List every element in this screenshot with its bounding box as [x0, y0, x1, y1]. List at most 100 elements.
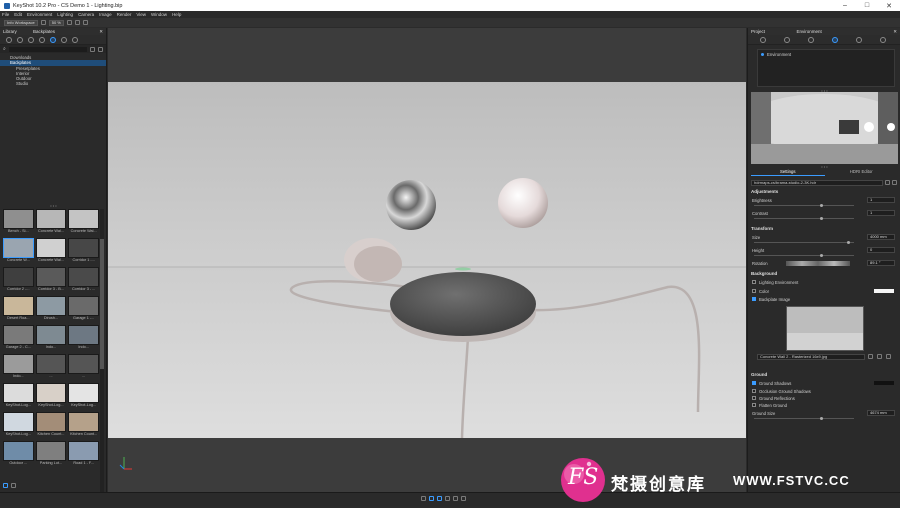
animation-icon[interactable] — [445, 496, 450, 501]
settings-icon[interactable] — [40, 20, 46, 25]
library-scrollbar[interactable] — [100, 209, 104, 499]
material-tab-icon[interactable] — [784, 36, 790, 43]
library-thumbnail[interactable]: KeyShot-Log... — [3, 383, 34, 410]
slider-knob[interactable] — [820, 417, 823, 420]
transform-section[interactable]: Transform — [751, 226, 897, 231]
radio-lighting-environment[interactable] — [752, 280, 756, 284]
cpu-icon[interactable] — [66, 20, 72, 25]
grid-view-icon[interactable] — [3, 483, 8, 488]
panel-close-icon[interactable]: ✕ — [893, 29, 897, 35]
library-thumbnail[interactable]: Concrete Wal... — [35, 209, 67, 236]
models-tab-icon[interactable] — [72, 36, 78, 43]
library-thumbnail[interactable]: Indo... — [3, 354, 34, 381]
render-image[interactable] — [108, 82, 746, 438]
library-thumbnail[interactable]: Desert Roa... — [3, 296, 34, 323]
environment-name[interactable]: Environment — [767, 52, 791, 57]
brightness-slider[interactable] — [754, 204, 854, 207]
occlusion-shadows-row[interactable]: Occlusion Ground Shadows — [752, 388, 896, 394]
favorites-tab-icon[interactable] — [61, 36, 67, 43]
menu-help[interactable]: Help — [172, 12, 181, 17]
library-thumbnail[interactable]: KeyShot-Log... — [68, 383, 99, 410]
library-thumbnail[interactable]: ... — [68, 354, 99, 381]
menu-camera[interactable]: Camera — [78, 12, 94, 17]
open-file-icon[interactable] — [868, 354, 873, 359]
flatten-ground-row[interactable]: Flatten Ground — [752, 402, 896, 408]
ground-size-field[interactable]: 4674 mm — [867, 410, 895, 416]
hdri-preview[interactable] — [751, 92, 898, 164]
splitter-handle[interactable]: • • • — [0, 203, 107, 208]
ground-size-slider[interactable] — [754, 417, 854, 420]
size-slider[interactable] — [754, 241, 854, 244]
search-input[interactable] — [8, 46, 87, 52]
slider-knob[interactable] — [847, 241, 850, 244]
checkbox-ground-reflections[interactable] — [752, 396, 756, 400]
search-icon[interactable]: ⌕ — [3, 46, 6, 52]
height-field[interactable]: 0 — [867, 247, 895, 253]
brightness-field[interactable]: 1 — [867, 197, 895, 203]
scene-tab-icon[interactable] — [760, 36, 766, 43]
workspace-select[interactable]: Info Workspace — [4, 19, 38, 26]
splitter-handle[interactable]: • • • — [751, 164, 898, 169]
add-folder-icon[interactable] — [90, 46, 95, 52]
library-thumbnail[interactable]: Indo... — [35, 325, 67, 352]
menu-image[interactable]: Image — [99, 12, 112, 17]
edit-image-icon[interactable] — [877, 354, 882, 359]
environments-tab-icon[interactable] — [39, 36, 45, 43]
menu-environment[interactable]: Environment — [27, 12, 52, 17]
library-thumbnail[interactable]: Kitchen Count... — [68, 412, 99, 439]
backplate-file-field[interactable]: Concrete Wall 2 - Rasterized 16x9.jpg — [757, 354, 865, 360]
materials-tab-icon[interactable] — [6, 36, 12, 43]
menu-file[interactable]: File — [2, 12, 9, 17]
zoom-select[interactable]: 50 % — [48, 19, 64, 26]
library-toggle-icon[interactable] — [429, 496, 434, 501]
render-icon[interactable] — [461, 496, 466, 501]
menu-render[interactable]: Render — [117, 12, 132, 17]
image-tab-icon[interactable] — [880, 36, 886, 43]
library-thumbnail[interactable]: Garage 1 -... — [68, 296, 99, 323]
tree-item[interactable]: Studio — [0, 81, 106, 86]
panel-close-icon[interactable]: ✕ — [99, 29, 103, 35]
background-color-swatch[interactable] — [874, 289, 894, 293]
ground-section[interactable]: Ground — [751, 372, 897, 377]
delete-icon[interactable] — [886, 354, 891, 359]
maximize-icon[interactable]: □ — [856, 0, 878, 11]
checkbox-flatten-ground[interactable] — [752, 403, 756, 407]
library-thumbnail[interactable]: KeyShot-Log... — [35, 383, 67, 410]
library-thumbnail[interactable]: Outdoor ... — [3, 441, 34, 468]
library-thumbnail[interactable]: Dirush... — [35, 296, 67, 323]
slider-knob[interactable] — [820, 204, 823, 207]
menu-window[interactable]: Window — [151, 12, 167, 17]
slider-knob[interactable] — [820, 254, 823, 257]
open-file-icon[interactable] — [885, 180, 890, 185]
bg-option-lighting[interactable]: Lighting Environment — [752, 279, 896, 285]
menu-view[interactable]: View — [136, 12, 146, 17]
close-icon[interactable]: ✕ — [878, 0, 900, 11]
library-thumbnail[interactable]: Concrete Wal... — [35, 238, 67, 265]
contrast-field[interactable]: 1 — [867, 210, 895, 216]
height-slider[interactable] — [754, 254, 854, 257]
minimize-icon[interactable]: – — [834, 0, 856, 11]
rotation-strip[interactable] — [786, 261, 850, 266]
tab-hdri-editor[interactable]: HDRI Editor — [825, 169, 899, 176]
checkbox-ground-shadows[interactable] — [752, 381, 756, 385]
hdri-file-field[interactable]: hdrmaps-cs/brama-studio-2-3K.hdr — [751, 180, 883, 186]
camera-tab-icon[interactable] — [808, 36, 814, 43]
library-thumbnail[interactable]: Concrete W... — [3, 238, 34, 265]
menu-lighting[interactable]: Lighting — [57, 12, 73, 17]
adjustments-section[interactable]: Adjustments — [751, 189, 897, 194]
library-thumbnail[interactable]: Road 1 - F... — [68, 441, 99, 468]
refresh-icon[interactable] — [892, 180, 897, 185]
import-icon[interactable] — [98, 46, 103, 52]
colors-tab-icon[interactable] — [17, 36, 23, 43]
gpu-icon[interactable] — [74, 20, 80, 25]
library-thumbnail[interactable]: Corridor 3 - B... — [35, 267, 67, 294]
backplates-tab-icon[interactable] — [50, 36, 56, 43]
library-thumbnail[interactable]: Concrete Wal... — [68, 209, 99, 236]
bg-option-backplate[interactable]: Backplate Image — [752, 296, 896, 302]
radio-color[interactable] — [752, 289, 756, 293]
library-thumbnail[interactable]: Corridor 2 -... — [3, 267, 34, 294]
contrast-slider[interactable] — [754, 217, 854, 220]
library-thumbnail[interactable]: Corridor 1 -... — [68, 238, 99, 265]
radio-backplate-image[interactable] — [752, 297, 756, 301]
library-thumbnail[interactable]: Indo... — [68, 325, 99, 352]
